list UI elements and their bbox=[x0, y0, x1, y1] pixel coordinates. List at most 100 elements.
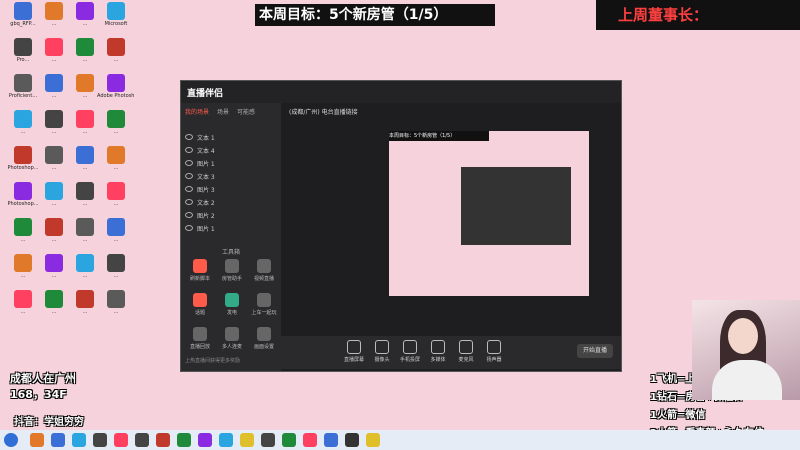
tool-label: 视频直播 bbox=[253, 276, 274, 282]
app-icon bbox=[14, 38, 32, 56]
eye-icon[interactable] bbox=[185, 225, 193, 231]
desktop-icon-label: ... bbox=[113, 237, 119, 243]
toolbar-button[interactable]: 手机投屏 bbox=[397, 340, 423, 363]
taskbar-app-icon[interactable] bbox=[219, 433, 233, 447]
perk-caption: 1火箭=微信 bbox=[650, 410, 706, 421]
taskbar-app-icon[interactable] bbox=[156, 433, 170, 447]
eye-icon[interactable] bbox=[185, 173, 193, 179]
taskbar-app-icon[interactable] bbox=[72, 433, 86, 447]
desktop-icon[interactable]: ... bbox=[97, 182, 135, 207]
desktop-icon[interactable]: ... bbox=[97, 146, 135, 171]
app-titlebar: 直播伴侣 bbox=[181, 81, 621, 103]
toolbar-label: 摄像头 bbox=[374, 357, 390, 363]
desktop-icon[interactable]: Adobe Photosh... bbox=[97, 74, 135, 99]
app-icon bbox=[76, 182, 94, 200]
toolbar-button[interactable]: 直播屏幕 bbox=[341, 340, 367, 363]
eye-icon[interactable] bbox=[185, 160, 193, 166]
app-icon bbox=[76, 254, 94, 272]
taskbar-app-icon[interactable] bbox=[177, 433, 191, 447]
tool-button[interactable]: 发电 bbox=[217, 293, 247, 316]
tool-label: 刷新脚本 bbox=[189, 276, 210, 282]
desktop-icon[interactable]: ... bbox=[97, 290, 135, 315]
tool-icon bbox=[225, 293, 239, 307]
eye-icon[interactable] bbox=[185, 199, 193, 205]
taskbar-app-icon[interactable] bbox=[345, 433, 359, 447]
tip-text: 上热直播间获得更多奖励 bbox=[185, 358, 241, 364]
desktop-icon-label: ... bbox=[113, 273, 119, 279]
source-item[interactable]: 文本 4 bbox=[185, 144, 215, 156]
taskbar-app-icon[interactable] bbox=[303, 433, 317, 447]
app-logo: 直播伴侣 bbox=[187, 89, 224, 99]
source-label: 文本 3 bbox=[197, 173, 215, 181]
tool-icon bbox=[225, 259, 239, 273]
tool-button[interactable]: 视频直播 bbox=[249, 259, 279, 282]
taskbar-app-icon[interactable] bbox=[324, 433, 338, 447]
eye-icon[interactable] bbox=[185, 212, 193, 218]
taskbar-app-icon[interactable] bbox=[30, 433, 44, 447]
taskbar-app-icon[interactable] bbox=[366, 433, 380, 447]
toolbar-label: 多媒体 bbox=[430, 357, 446, 363]
start-icon[interactable] bbox=[4, 433, 18, 447]
app-icon bbox=[76, 218, 94, 236]
source-item[interactable]: 文本 3 bbox=[185, 170, 215, 182]
source-item[interactable]: 图片 2 bbox=[185, 209, 215, 221]
app-icon bbox=[76, 38, 94, 56]
source-item[interactable]: 图片 1 bbox=[185, 157, 215, 169]
app-icon bbox=[45, 290, 63, 308]
tool-button[interactable]: 画面设置 bbox=[249, 327, 279, 350]
app-icon bbox=[76, 74, 94, 92]
desktop-icon[interactable]: ... bbox=[97, 218, 135, 243]
source-label: 图片 1 bbox=[197, 225, 215, 233]
taskbar-app-icon[interactable] bbox=[261, 433, 275, 447]
eye-icon[interactable] bbox=[185, 186, 193, 192]
tool-icon bbox=[257, 259, 271, 273]
tab-other[interactable]: 可能感 bbox=[237, 107, 255, 116]
tab-my-scenes[interactable]: 我的场景 bbox=[185, 107, 209, 116]
app-icon bbox=[14, 110, 32, 128]
app-icon bbox=[107, 110, 125, 128]
tool-button[interactable]: 话题 bbox=[185, 293, 215, 316]
source-item[interactable]: 图片 3 bbox=[185, 183, 215, 195]
desktop-icon-label: ... bbox=[113, 201, 119, 207]
app-icon bbox=[14, 182, 32, 200]
tool-button[interactable]: 多人连麦 bbox=[217, 327, 247, 350]
tool-button[interactable]: 直播回放 bbox=[185, 327, 215, 350]
desktop-icon[interactable]: Microsoft bbox=[97, 2, 135, 27]
source-item[interactable]: 图片 1 bbox=[185, 222, 215, 234]
tool-label: 房管助手 bbox=[221, 276, 242, 282]
app-icon bbox=[45, 218, 63, 236]
tool-button[interactable]: 上车一起玩 bbox=[249, 293, 279, 316]
toolbar-button[interactable]: 麦克风 bbox=[453, 340, 479, 363]
toolbar-button[interactable]: 多媒体 bbox=[425, 340, 451, 363]
desktop-icon-label: ... bbox=[113, 129, 119, 135]
source-item[interactable]: 文本 1 bbox=[185, 131, 215, 143]
source-label: 文本 1 bbox=[197, 134, 215, 142]
taskbar-app-icon[interactable] bbox=[282, 433, 296, 447]
desktop-icon-label: ... bbox=[113, 309, 119, 315]
tab-scenes[interactable]: 场景 bbox=[217, 107, 229, 116]
taskbar-app-icon[interactable] bbox=[114, 433, 128, 447]
tool-button[interactable]: 刷新脚本 bbox=[185, 259, 215, 282]
toolbar-button[interactable]: 摄像头 bbox=[369, 340, 395, 363]
taskbar-app-icon[interactable] bbox=[198, 433, 212, 447]
source-item[interactable]: 文本 2 bbox=[185, 196, 215, 208]
taskbar-app-icon[interactable] bbox=[135, 433, 149, 447]
desktop-icon[interactable]: ... bbox=[97, 110, 135, 135]
eye-icon[interactable] bbox=[185, 147, 193, 153]
desktop-icon[interactable]: ... bbox=[97, 38, 135, 63]
toolbar-button[interactable]: 扬声器 bbox=[481, 340, 507, 363]
eye-icon[interactable] bbox=[185, 134, 193, 140]
live-companion-window[interactable]: 直播伴侣 我的场景 场景 可能感 文本 1 文本 4 图片 1 文本 3 图片 3 文本 … bbox=[180, 80, 622, 372]
app-icon bbox=[107, 290, 125, 308]
caption-height: 168，34F bbox=[10, 388, 67, 401]
taskbar-app-icon[interactable] bbox=[240, 433, 254, 447]
app-icon bbox=[14, 146, 32, 164]
taskbar-app-icon[interactable] bbox=[51, 433, 65, 447]
weekly-goal-banner: 本周目标：5个新房管（1/5） bbox=[255, 4, 495, 26]
toolbar-icon bbox=[375, 340, 389, 354]
toolbar-label: 扬声器 bbox=[486, 357, 502, 363]
start-live-button[interactable]: 开始直播 bbox=[577, 344, 613, 358]
tool-button[interactable]: 房管助手 bbox=[217, 259, 247, 282]
taskbar-app-icon[interactable] bbox=[93, 433, 107, 447]
desktop-icon[interactable]: ... bbox=[97, 254, 135, 279]
